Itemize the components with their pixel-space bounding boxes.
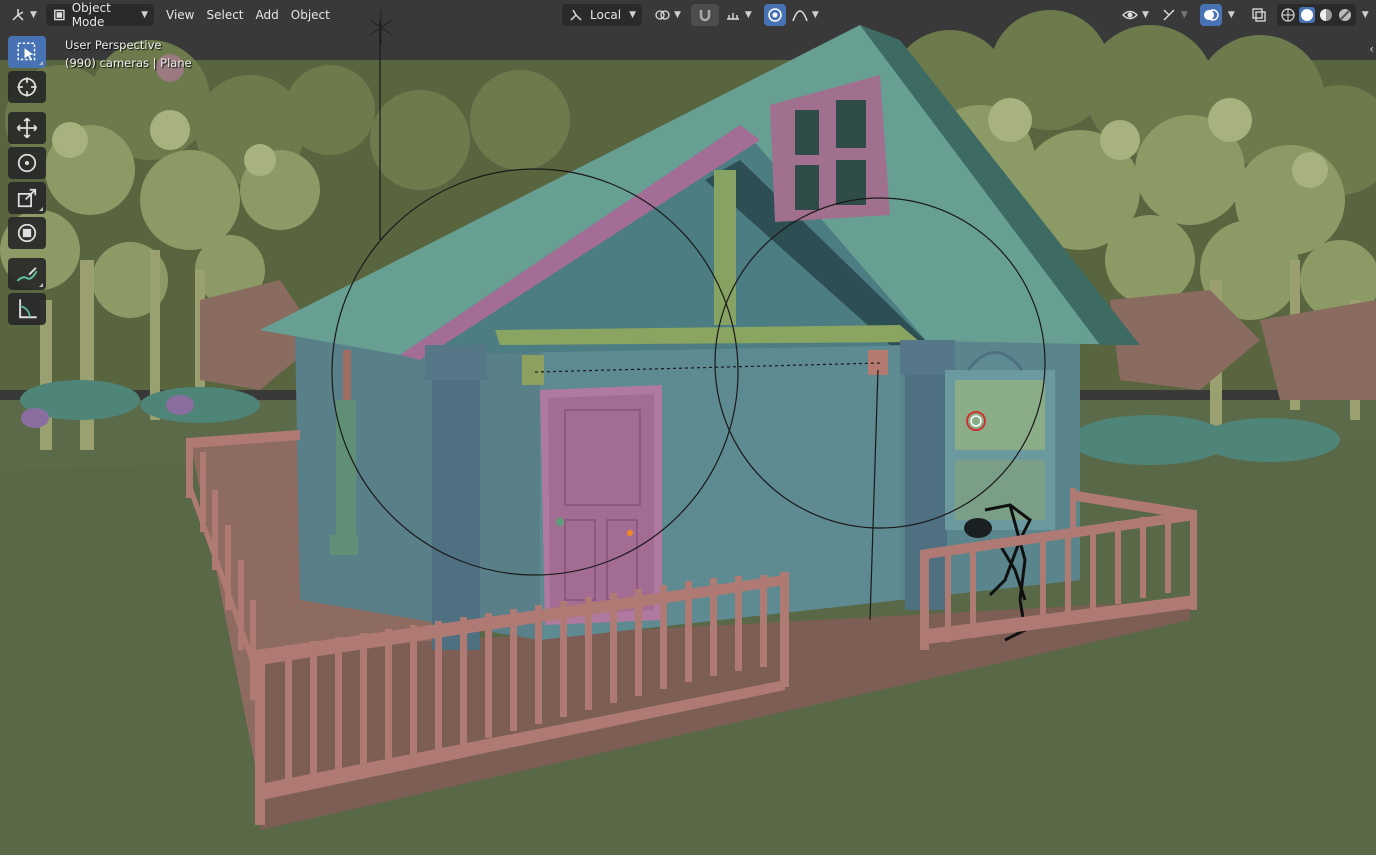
orientation-label: Local <box>590 8 622 22</box>
chevron-down-icon: ▼ <box>811 10 819 20</box>
transform-tool[interactable] <box>8 217 46 249</box>
proportional-edit-icon <box>768 8 782 22</box>
chevron-down-icon: ▼ <box>141 10 148 20</box>
chevron-down-icon: ▼ <box>30 10 37 20</box>
gizmo-toggle[interactable]: ▼ <box>1155 4 1194 26</box>
gizmo-icon <box>1163 9 1175 21</box>
editor-type-button[interactable]: ▼ <box>6 4 41 26</box>
object-mode-icon <box>54 9 65 21</box>
menu-view[interactable]: View <box>160 4 200 26</box>
rendered-shading-icon[interactable] <box>1337 7 1353 23</box>
chevron-down-icon: ▼ <box>674 10 681 20</box>
solid-shading-icon[interactable] <box>1298 7 1315 23</box>
overlay-icon <box>1203 9 1219 21</box>
snap-toggle[interactable] <box>690 4 719 26</box>
chevron-down-icon: ▼ <box>744 10 752 20</box>
annotate-tool[interactable] <box>8 258 46 290</box>
chevron-down-icon: ▼ <box>1142 10 1149 20</box>
pivot-point-dropdown[interactable]: ▼ <box>648 4 687 26</box>
viewport-info: User Perspective (990) cameras | Plane <box>65 36 192 72</box>
view-name: User Perspective <box>65 38 162 52</box>
overlay-toggle[interactable] <box>1199 4 1222 26</box>
eye-icon <box>1122 10 1138 20</box>
measure-icon <box>19 299 37 319</box>
tool-shelf <box>8 36 48 328</box>
chevron-down-icon: ▼ <box>1361 10 1369 20</box>
scene-render <box>0 0 1376 855</box>
material-preview-icon[interactable] <box>1318 7 1334 23</box>
shading-dropdown[interactable]: ▼ <box>1356 4 1375 26</box>
menu-add[interactable]: Add <box>250 4 285 26</box>
select-box-tool[interactable] <box>8 36 46 68</box>
scale-tool[interactable] <box>8 182 46 214</box>
pivot-icon <box>655 10 670 20</box>
mode-label: Object Mode <box>71 1 111 29</box>
tool-variant-indicator <box>39 207 43 211</box>
rotate-icon <box>17 153 37 173</box>
chevron-down-icon: ▼ <box>629 10 636 20</box>
xray-toggle[interactable] <box>1245 4 1273 26</box>
visibility-dropdown[interactable]: ▼ <box>1116 4 1155 26</box>
sidebar-toggle-icon[interactable]: ‹ <box>1369 42 1374 56</box>
wireframe-shading-icon[interactable] <box>1280 7 1296 23</box>
transform-orientation-dropdown[interactable]: Local ▼ <box>562 4 642 26</box>
overlay-dropdown[interactable]: ▼ <box>1222 4 1241 26</box>
measure-tool[interactable] <box>8 293 46 325</box>
select-box-icon <box>17 42 36 61</box>
view3d-editor-icon <box>12 9 24 21</box>
chevron-down-icon: ▼ <box>1180 10 1188 20</box>
menu-select[interactable]: Select <box>200 4 249 26</box>
side-window <box>945 351 1055 530</box>
local-orientation-icon <box>570 9 582 21</box>
cursor-icon <box>17 77 37 97</box>
falloff-curve-icon <box>792 10 808 22</box>
shading-group <box>1276 4 1356 26</box>
3d-viewport[interactable]: ▼ Object Mode ▼ View Select Add Object L… <box>0 0 1376 855</box>
move-tool[interactable] <box>8 112 46 144</box>
falloff-dropdown[interactable]: ▼ <box>786 4 825 26</box>
chevron-down-icon: ▼ <box>1227 10 1235 20</box>
annotate-icon <box>16 267 38 282</box>
object-info: (990) cameras | Plane <box>65 56 192 70</box>
tool-variant-indicator <box>39 61 43 65</box>
transform-icon <box>17 223 37 243</box>
snap-target-dropdown[interactable]: ▼ <box>719 4 758 26</box>
scale-icon <box>17 188 37 208</box>
proportional-edit-toggle[interactable] <box>763 4 786 26</box>
pillar-left <box>432 350 480 650</box>
tool-variant-indicator <box>39 283 43 287</box>
rotate-tool[interactable] <box>8 147 46 179</box>
menu-object[interactable]: Object <box>285 4 336 26</box>
xray-icon <box>1252 8 1266 22</box>
snap-increment-icon <box>726 13 739 20</box>
move-icon <box>16 117 38 139</box>
mode-dropdown[interactable]: Object Mode ▼ <box>46 1 154 29</box>
front-door <box>540 385 662 625</box>
cursor-tool[interactable] <box>8 71 46 103</box>
magnet-icon <box>699 10 711 22</box>
